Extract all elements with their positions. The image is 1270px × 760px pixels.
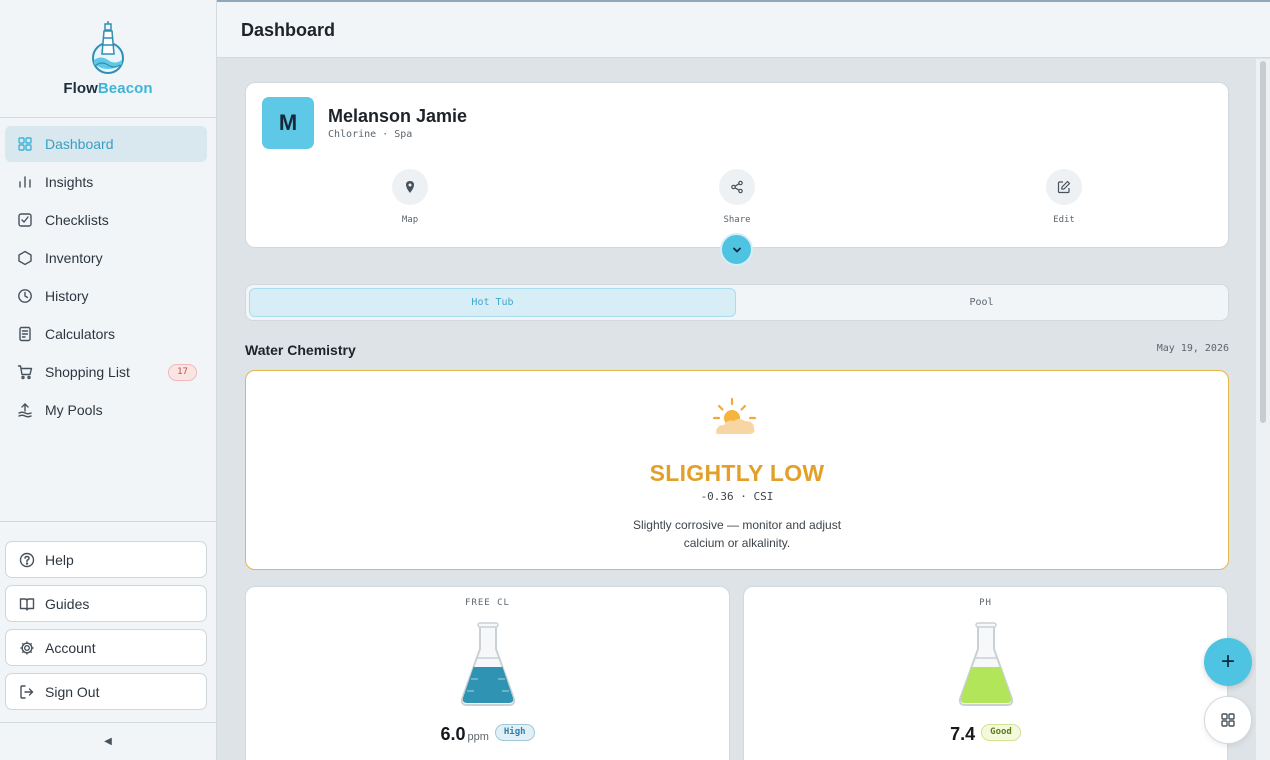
map-pin-icon — [392, 169, 428, 205]
metric-value-row: 6.0 ppm High — [246, 723, 729, 745]
nav-item-history[interactable]: History — [5, 278, 207, 314]
dashboard-icon — [17, 136, 33, 152]
metric-card-ph[interactable]: PH 7.4 Good — [743, 586, 1228, 760]
book-icon — [19, 596, 35, 612]
page-title: Dashboard — [241, 20, 336, 40]
csi-value: -0.36 · CSI — [700, 490, 774, 503]
map-button[interactable]: Map — [380, 169, 440, 225]
share-icon — [719, 169, 755, 205]
help-button[interactable]: Help — [5, 541, 207, 578]
nav-item-my-pools[interactable]: My Pools — [5, 392, 207, 428]
guides-label: Guides — [45, 595, 90, 612]
logo[interactable]: FlowBeacon — [0, 0, 216, 118]
status-badge: Good — [981, 723, 1021, 741]
main-nav: Dashboard Insights Checklists Inventory … — [0, 118, 216, 428]
map-label: Map — [401, 215, 419, 225]
nav-item-shopping-list[interactable]: Shopping List 17 — [5, 354, 207, 390]
account-button[interactable]: Account — [5, 629, 207, 666]
collapse-sidebar-button[interactable]: ◀ — [0, 722, 216, 760]
edit-label: Edit — [1053, 215, 1075, 225]
hexagon-icon — [17, 250, 33, 266]
water-balance-card: SLIGHTLY LOW -0.36 · CSI Slightly corros… — [245, 370, 1229, 570]
sign-out-label: Sign Out — [45, 683, 100, 700]
chevron-down-icon — [732, 247, 741, 252]
section-title: Water Chemistry — [245, 342, 356, 358]
sign-out-icon — [19, 684, 35, 700]
metric-label: FREE CL — [465, 598, 510, 608]
pool-type-tabs: Hot Tub Pool — [245, 284, 1229, 321]
plus-icon: + — [1220, 648, 1235, 675]
nav-item-inventory[interactable]: Inventory — [5, 240, 207, 276]
cart-icon — [17, 364, 33, 380]
help-label: Help — [45, 551, 74, 568]
calculator-icon — [17, 326, 33, 342]
description-line-2: calcium or alkalinity. — [683, 536, 791, 550]
nav-label: History — [45, 288, 89, 304]
metric-value: 6.0 — [440, 724, 466, 744]
profile-card: M Melanson Jamie Chlorine · Spa Map Shar… — [245, 82, 1229, 248]
flask-icon — [958, 622, 1014, 706]
nav-item-checklists[interactable]: Checklists — [5, 202, 207, 238]
section-date: May 19, 2026 — [1156, 343, 1229, 354]
account-label: Account — [45, 639, 96, 656]
nav-label: Inventory — [45, 250, 103, 266]
shopping-count-badge: 17 — [168, 364, 197, 381]
help-icon — [19, 552, 35, 568]
flask-icon — [460, 622, 516, 706]
pool-icon — [17, 402, 33, 418]
grid-icon — [1221, 713, 1235, 727]
guides-button[interactable]: Guides — [5, 585, 207, 622]
brand-name: FlowBeacon — [63, 80, 153, 97]
tab-pool[interactable]: Pool — [738, 288, 1225, 317]
expand-profile-button[interactable] — [720, 233, 753, 266]
apps-grid-button[interactable] — [1204, 696, 1252, 744]
sign-out-button[interactable]: Sign Out — [5, 673, 207, 710]
sidebar-footer: Help Guides Account Sign Out — [0, 521, 216, 717]
bar-chart-icon — [17, 174, 33, 190]
profile-name: Melanson Jamie — [328, 106, 468, 126]
edit-button[interactable]: Edit — [1034, 169, 1094, 225]
nav-label: Shopping List — [45, 364, 130, 380]
tab-hot-tub[interactable]: Hot Tub — [249, 288, 736, 317]
metric-card-free-cl[interactable]: FREE CL 6.0 ppm High — [245, 586, 730, 760]
share-label: Share — [723, 215, 751, 225]
metric-unit: ppm — [467, 731, 489, 743]
scrollbar-thumb[interactable] — [1260, 61, 1266, 423]
edit-icon — [1046, 169, 1082, 205]
nav-label: Checklists — [45, 212, 109, 228]
description-line-1: Slightly corrosive — monitor and adjust — [632, 518, 842, 532]
metric-value-row: 7.4 Good — [744, 723, 1227, 745]
balance-description: Slightly corrosive — monitor and adjust … — [246, 516, 1228, 552]
add-reading-button[interactable]: + — [1204, 638, 1252, 686]
sunrise-icon — [712, 397, 757, 434]
nav-label: Dashboard — [45, 136, 114, 152]
metric-label: PH — [979, 598, 992, 608]
clock-icon — [17, 288, 33, 304]
main-scrollbar[interactable] — [1256, 59, 1270, 760]
caret-left-icon: ◀ — [104, 736, 112, 747]
profile-subtitle: Chlorine · Spa — [328, 129, 413, 140]
nav-label: Insights — [45, 174, 94, 190]
status-badge: High — [494, 723, 535, 741]
nav-item-dashboard[interactable]: Dashboard — [5, 126, 207, 162]
page-header: Dashboard — [217, 0, 1270, 58]
gear-icon — [19, 640, 35, 656]
share-button[interactable]: Share — [707, 169, 767, 225]
avatar: M — [262, 97, 314, 149]
nav-item-insights[interactable]: Insights — [5, 164, 207, 200]
nav-item-calculators[interactable]: Calculators — [5, 316, 207, 352]
sidebar: FlowBeacon Dashboard Insights Checklists… — [0, 0, 217, 760]
nav-label: My Pools — [45, 402, 103, 418]
checklist-icon — [17, 212, 33, 228]
balance-status: SLIGHTLY LOW — [649, 460, 825, 486]
metric-value: 7.4 — [950, 724, 976, 744]
lighthouse-logo-icon — [92, 21, 124, 74]
nav-label: Calculators — [45, 326, 116, 342]
